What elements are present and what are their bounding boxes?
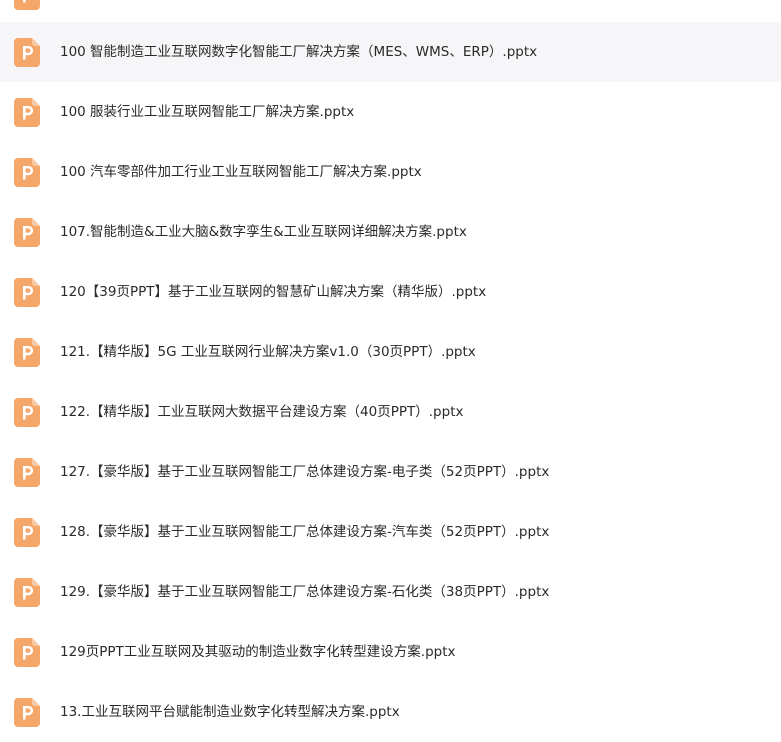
pptx-file-icon <box>14 0 40 10</box>
file-rows: 100 智能制造工业互联网数字化智能工厂解决方案（MES、WMS、ERP）.pp… <box>0 22 781 742</box>
pptx-file-icon <box>14 98 40 127</box>
file-row[interactable]: 121.【精华版】5G 工业互联网行业解决方案v1.0（30页PPT）.pptx <box>0 322 781 382</box>
file-name[interactable]: 122.【精华版】工业互联网大数据平台建设方案（40页PPT）.pptx <box>60 382 463 442</box>
file-row[interactable]: 128.【豪华版】基于工业互联网智能工厂总体建设方案-汽车类（52页PPT）.p… <box>0 502 781 562</box>
pptx-file-icon <box>14 38 40 67</box>
file-row[interactable]: 129页PPT工业互联网及其驱动的制造业数字化转型建设方案.pptx <box>0 622 781 682</box>
file-row[interactable]: 100 服装行业工业互联网智能工厂解决方案.pptx <box>0 82 781 142</box>
file-row[interactable]: 120【39页PPT】基于工业互联网的智慧矿山解决方案（精华版）.pptx <box>0 262 781 322</box>
file-list: 100 智能制造工业互联网数字化智能工厂解决方案（MES、WMS、ERP）.pp… <box>0 0 781 742</box>
file-row[interactable]: 127.【豪华版】基于工业互联网智能工厂总体建设方案-电子类（52页PPT）.p… <box>0 442 781 502</box>
pptx-file-icon <box>14 458 40 487</box>
file-name[interactable]: 121.【精华版】5G 工业互联网行业解决方案v1.0（30页PPT）.pptx <box>60 322 476 382</box>
file-name[interactable]: 100 汽车零部件加工行业工业互联网智能工厂解决方案.pptx <box>60 142 422 202</box>
file-row-partial[interactable] <box>0 0 781 22</box>
pptx-file-icon <box>14 638 40 667</box>
file-row[interactable]: 100 汽车零部件加工行业工业互联网智能工厂解决方案.pptx <box>0 142 781 202</box>
file-name[interactable]: 120【39页PPT】基于工业互联网的智慧矿山解决方案（精华版）.pptx <box>60 262 486 322</box>
file-name[interactable]: 13.工业互联网平台赋能制造业数字化转型解决方案.pptx <box>60 682 400 742</box>
pptx-file-icon <box>14 338 40 367</box>
file-row[interactable]: 107.智能制造&工业大脑&数字孪生&工业互联网详细解决方案.pptx <box>0 202 781 262</box>
file-name[interactable]: 128.【豪华版】基于工业互联网智能工厂总体建设方案-汽车类（52页PPT）.p… <box>60 502 549 562</box>
file-name[interactable]: 129页PPT工业互联网及其驱动的制造业数字化转型建设方案.pptx <box>60 622 456 682</box>
pptx-file-icon <box>14 698 40 727</box>
file-row[interactable]: 129.【豪华版】基于工业互联网智能工厂总体建设方案-石化类（38页PPT）.p… <box>0 562 781 622</box>
pptx-file-icon <box>14 218 40 247</box>
pptx-file-icon <box>14 158 40 187</box>
pptx-file-icon <box>14 518 40 547</box>
pptx-file-icon <box>14 578 40 607</box>
file-row[interactable]: 100 智能制造工业互联网数字化智能工厂解决方案（MES、WMS、ERP）.pp… <box>0 22 781 82</box>
pptx-file-icon <box>14 398 40 427</box>
file-row[interactable]: 122.【精华版】工业互联网大数据平台建设方案（40页PPT）.pptx <box>0 382 781 442</box>
file-name[interactable]: 100 服装行业工业互联网智能工厂解决方案.pptx <box>60 82 354 142</box>
file-name[interactable]: 127.【豪华版】基于工业互联网智能工厂总体建设方案-电子类（52页PPT）.p… <box>60 442 549 502</box>
file-row[interactable]: 13.工业互联网平台赋能制造业数字化转型解决方案.pptx <box>0 682 781 742</box>
file-name[interactable]: 100 智能制造工业互联网数字化智能工厂解决方案（MES、WMS、ERP）.pp… <box>60 22 537 82</box>
file-name[interactable]: 107.智能制造&工业大脑&数字孪生&工业互联网详细解决方案.pptx <box>60 202 467 262</box>
file-name[interactable]: 129.【豪华版】基于工业互联网智能工厂总体建设方案-石化类（38页PPT）.p… <box>60 562 549 622</box>
pptx-file-icon <box>14 278 40 307</box>
